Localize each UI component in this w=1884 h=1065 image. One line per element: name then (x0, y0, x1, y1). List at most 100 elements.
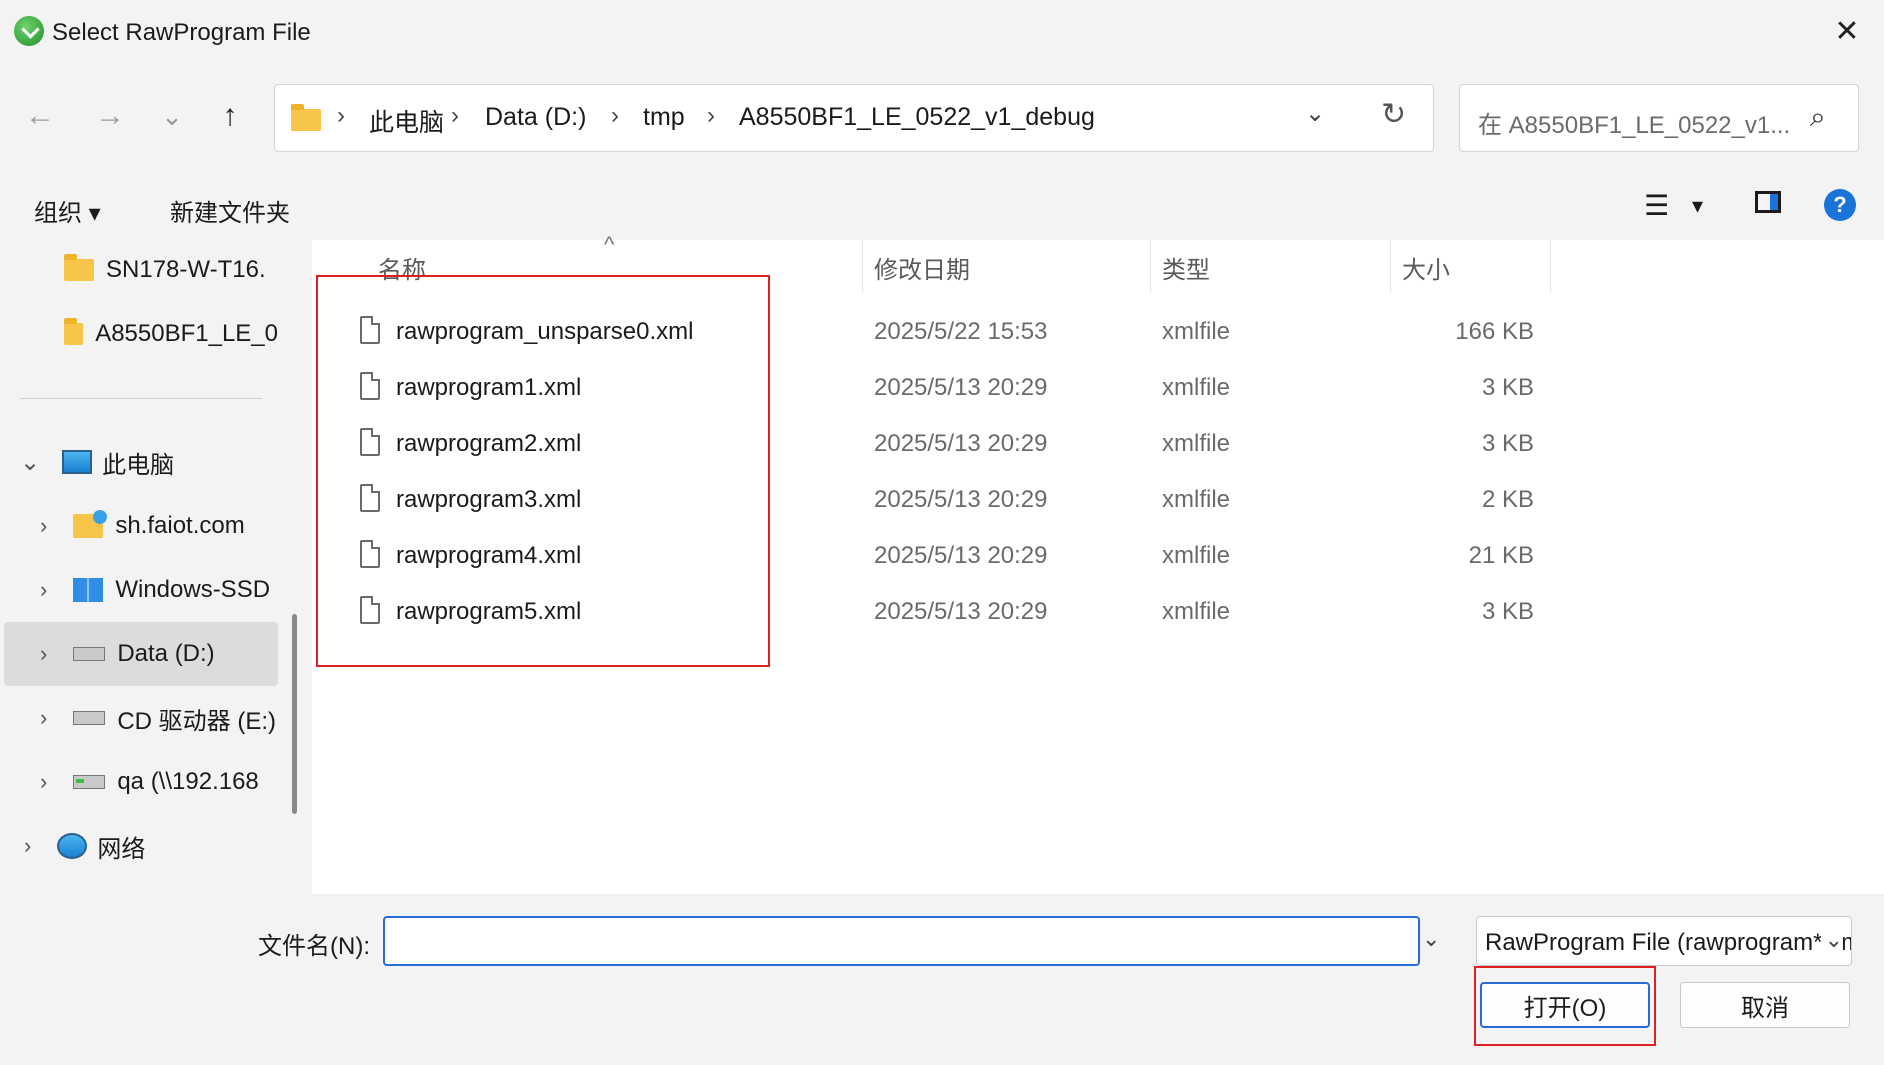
back-button[interactable]: ← (20, 96, 60, 136)
file-date: 2025/5/22 15:53 (874, 318, 1048, 345)
file-type: xmlfile (1162, 374, 1231, 401)
column-header-date[interactable]: 修改日期 (874, 250, 970, 285)
refresh-icon[interactable]: ↻ (1381, 97, 1406, 132)
file-date: 2025/5/13 20:29 (874, 430, 1048, 457)
folder-icon (64, 318, 84, 345)
filename-input[interactable] (383, 916, 1420, 966)
sidebar-item-sn178[interactable]: SN178-W-T16. (64, 240, 278, 300)
breadcrumb-separator: › (707, 102, 715, 129)
file-date: 2025/5/13 20:29 (874, 486, 1048, 513)
breadcrumb-data-drive[interactable]: Data (D:) (485, 103, 586, 132)
chevron-right-icon[interactable]: › (24, 833, 31, 859)
sidebar-item-a8550bf1[interactable]: A8550BF1_LE_0 (64, 304, 278, 364)
highlight-box-files (316, 275, 770, 667)
file-type: xmlfile (1162, 318, 1231, 345)
cd-drive-icon (73, 711, 106, 725)
forward-button[interactable]: → (90, 96, 130, 136)
network-share-icon (73, 510, 108, 538)
file-date: 2025/5/13 20:29 (874, 374, 1048, 401)
file-size: 166 KB (1455, 318, 1534, 345)
column-divider[interactable] (1390, 240, 1391, 292)
address-bar[interactable]: › 此电脑 › Data (D:) › tmp › A8550BF1_LE_05… (274, 84, 1434, 152)
file-size: 3 KB (1481, 598, 1534, 625)
column-header-type[interactable]: 类型 (1162, 250, 1210, 285)
chevron-right-icon[interactable]: › (40, 769, 47, 795)
file-type: xmlfile (1162, 486, 1231, 513)
highlight-box-open-button (1474, 966, 1656, 1046)
sort-ascending-icon: ^ (604, 232, 615, 257)
breadcrumb-separator: › (451, 102, 459, 129)
windows-drive-icon (73, 578, 104, 602)
sidebar-item-windows-ssd[interactable]: › Windows-SSD (40, 560, 278, 620)
sidebar-item-label: qa (\\192.168 (117, 768, 259, 795)
sidebar-item-qa-share[interactable]: › qa (\\192.168 (40, 752, 278, 812)
sidebar-item-data-drive[interactable]: › Data (D:) (40, 624, 278, 684)
computer-icon (62, 450, 93, 474)
column-divider[interactable] (1550, 240, 1551, 292)
search-icon[interactable]: ⌕ (1810, 101, 1826, 134)
cancel-button[interactable]: 取消 (1680, 982, 1850, 1028)
chevron-down-icon[interactable]: ⌄ (20, 448, 40, 477)
sidebar-item-network[interactable]: › 网络 (24, 816, 278, 876)
sidebar-item-sh-faiot[interactable]: › sh.faiot.com (40, 496, 278, 556)
organize-menu[interactable]: 组织 ▾ (34, 193, 101, 228)
recent-locations-button[interactable]: ⌄ (152, 96, 192, 136)
close-button[interactable]: ✕ (1820, 8, 1874, 54)
column-header-size[interactable]: 大小 (1402, 250, 1450, 285)
sidebar-item-label: Data (D:) (117, 640, 215, 667)
sidebar-item-label: Windows-SSD (115, 576, 271, 603)
file-type-filter-value: RawProgram File (rawprogram*.xml) (1485, 929, 1852, 956)
file-type: xmlfile (1162, 598, 1231, 625)
sidebar-scrollbar[interactable] (292, 614, 297, 814)
file-size: 21 KB (1468, 542, 1534, 569)
breadcrumb-separator: › (611, 102, 619, 129)
breadcrumb-current-folder[interactable]: A8550BF1_LE_0522_v1_debug (739, 103, 1095, 132)
view-dropdown-icon[interactable]: ▾ (1692, 193, 1703, 219)
filename-dropdown-icon[interactable]: ⌄ (1422, 926, 1440, 952)
sidebar-item-this-pc[interactable]: ⌄ 此电脑 (20, 432, 278, 492)
network-icon (57, 833, 88, 859)
sidebar-item-label: 此电脑 (102, 451, 175, 479)
search-placeholder: 在 A8550BF1_LE_0522_v1... (1478, 112, 1791, 139)
address-dropdown-icon[interactable]: ⌄ (1305, 99, 1325, 128)
file-size: 2 KB (1481, 486, 1534, 513)
breadcrumb-tmp[interactable]: tmp (643, 103, 685, 132)
network-drive-icon (73, 775, 106, 789)
chevron-right-icon[interactable]: › (40, 641, 47, 667)
pane-divider (20, 398, 262, 399)
sidebar-item-label: A8550BF1_LE_0 (95, 320, 278, 347)
file-size: 3 KB (1481, 430, 1534, 457)
new-folder-button[interactable]: 新建文件夹 (170, 193, 290, 228)
chevron-down-icon[interactable]: ⌄ (1820, 927, 1843, 953)
file-type: xmlfile (1162, 430, 1231, 457)
drive-icon (73, 647, 106, 661)
column-divider[interactable] (1150, 240, 1151, 292)
sidebar-item-label: CD 驱动器 (E:) (117, 707, 276, 735)
sidebar-item-label: sh.faiot.com (115, 512, 245, 539)
view-list-icon[interactable]: ☰ (1644, 189, 1669, 222)
sidebar-item-label: 网络 (97, 835, 146, 863)
chevron-right-icon[interactable]: › (40, 513, 47, 539)
filename-label: 文件名(N): (258, 933, 370, 960)
column-divider[interactable] (862, 240, 863, 292)
command-bar: 组织 ▾ 新建文件夹 ☰ ▾ ? (0, 175, 1884, 239)
file-date: 2025/5/13 20:29 (874, 542, 1048, 569)
preview-pane-icon[interactable] (1755, 191, 1781, 213)
sidebar-item-label: SN178-W-T16. (106, 256, 266, 283)
title-bar: Select RawProgram File ✕ (0, 0, 1884, 62)
breadcrumb-separator: › (337, 102, 345, 129)
window-title: Select RawProgram File (52, 19, 311, 46)
up-button[interactable]: ↑ (210, 96, 250, 136)
breadcrumb-this-pc[interactable]: 此电脑 (369, 103, 444, 139)
sidebar-item-cd-drive[interactable]: › CD 驱动器 (E:) (40, 688, 278, 748)
file-type: xmlfile (1162, 542, 1231, 569)
chevron-right-icon[interactable]: › (40, 577, 47, 603)
folder-icon (64, 254, 94, 281)
file-size: 3 KB (1481, 374, 1534, 401)
folder-icon (291, 104, 321, 131)
download-icon (14, 16, 44, 46)
chevron-right-icon[interactable]: › (40, 705, 47, 731)
file-type-filter[interactable]: RawProgram File (rawprogram*.xml) ⌄ (1476, 916, 1852, 966)
help-icon[interactable]: ? (1824, 189, 1856, 221)
search-box[interactable]: 在 A8550BF1_LE_0522_v1... ⌕ (1459, 84, 1859, 152)
